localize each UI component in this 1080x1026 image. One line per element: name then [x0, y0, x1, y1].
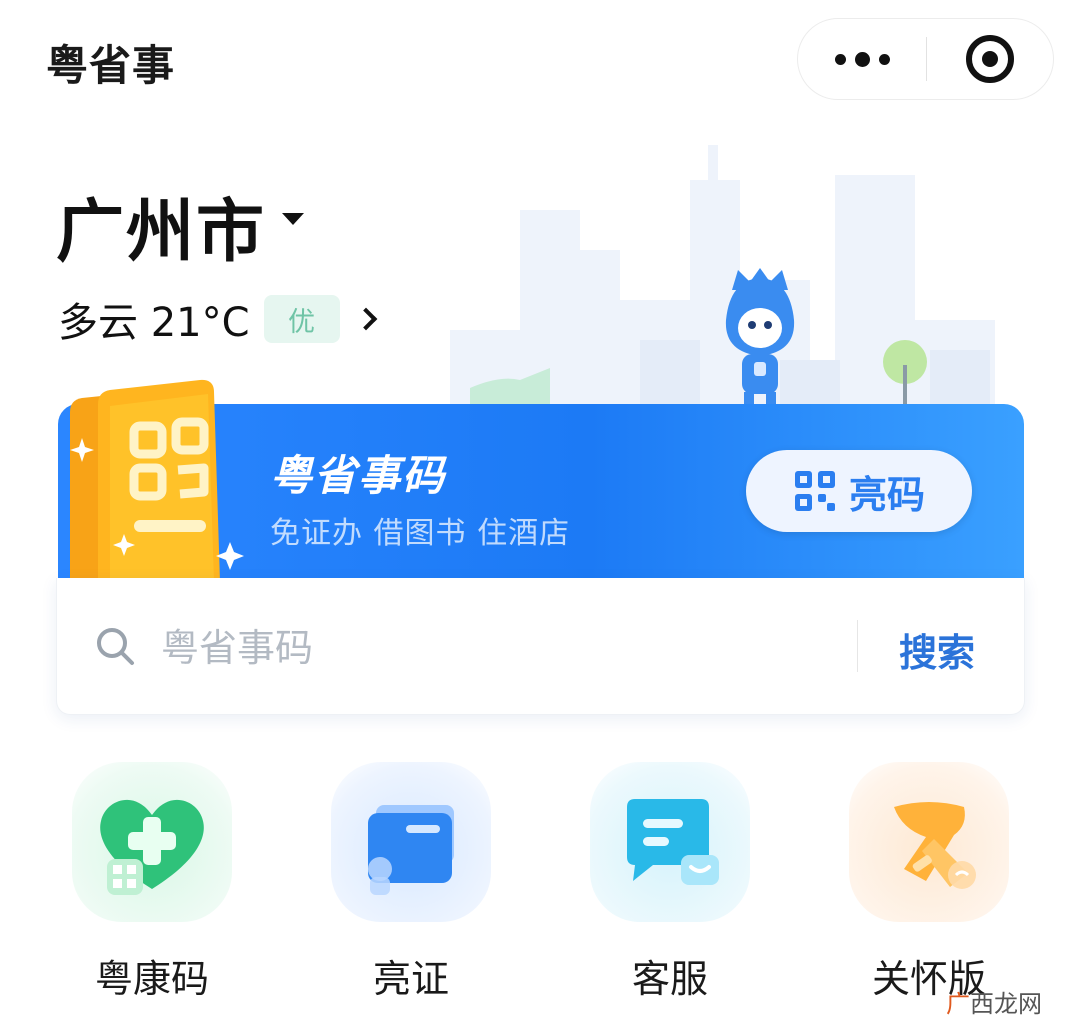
more-dot-icon [854, 51, 870, 67]
more-dot-icon [834, 53, 846, 65]
more-menu-button[interactable] [798, 19, 926, 99]
wallet-card-icon [331, 762, 491, 922]
city-selector[interactable]: 广州市 [56, 176, 305, 275]
search-divider [857, 620, 858, 672]
search-bar: 搜索 [56, 578, 1025, 715]
search-button[interactable]: 搜索 [899, 622, 975, 677]
app-title: 粤省事 [46, 41, 176, 90]
shortcut-customer-service[interactable]: 客服 [560, 762, 780, 1003]
shortcut-show-license[interactable]: 亮证 [301, 762, 521, 1003]
miniprogram-capsule [797, 18, 1054, 100]
more-dot-icon [878, 53, 890, 65]
shortcut-label: 粤康码 [94, 957, 209, 1001]
weather-text: 多云 21°C [58, 300, 250, 346]
shortcut-label: 亮证 [372, 957, 449, 1001]
chat-bubble-icon [590, 762, 750, 922]
qr-code-icon [794, 471, 835, 511]
yueshengshi-code-banner[interactable]: 粤省事码 免证办 借图书 住酒店 亮码 [58, 379, 1024, 582]
search-icon [97, 628, 134, 665]
shortcut-health-code[interactable]: 粤康码 [42, 762, 262, 1003]
banner-title: 粤省事码 [270, 451, 447, 500]
city-name: 广州市 [56, 193, 267, 272]
city-skyline-illustration [450, 145, 995, 410]
weather-row[interactable]: 多云 21°C 优 [58, 290, 377, 348]
show-code-label: 亮码 [848, 472, 925, 517]
qr-code-card-icon [70, 379, 244, 582]
show-code-button[interactable]: 亮码 [746, 450, 972, 532]
scarf-icon [849, 762, 1009, 922]
shortcut-grid: 粤康码 亮证 客服 关怀版 [0, 762, 1080, 1002]
target-close-icon [966, 35, 1014, 83]
health-heart-icon [72, 762, 232, 922]
shortcut-label: 客服 [631, 957, 708, 1001]
watermark: 广西龙网 [946, 990, 1042, 1018]
chevron-right-icon [354, 307, 377, 331]
shortcut-care-mode[interactable]: 关怀版 [819, 762, 1039, 1003]
search-input[interactable] [161, 620, 821, 676]
close-miniprogram-button[interactable] [927, 19, 1053, 99]
banner-subtitle: 免证办 借图书 住酒店 [270, 516, 571, 551]
air-quality-badge: 优 [263, 295, 340, 343]
caret-down-icon [282, 212, 305, 225]
